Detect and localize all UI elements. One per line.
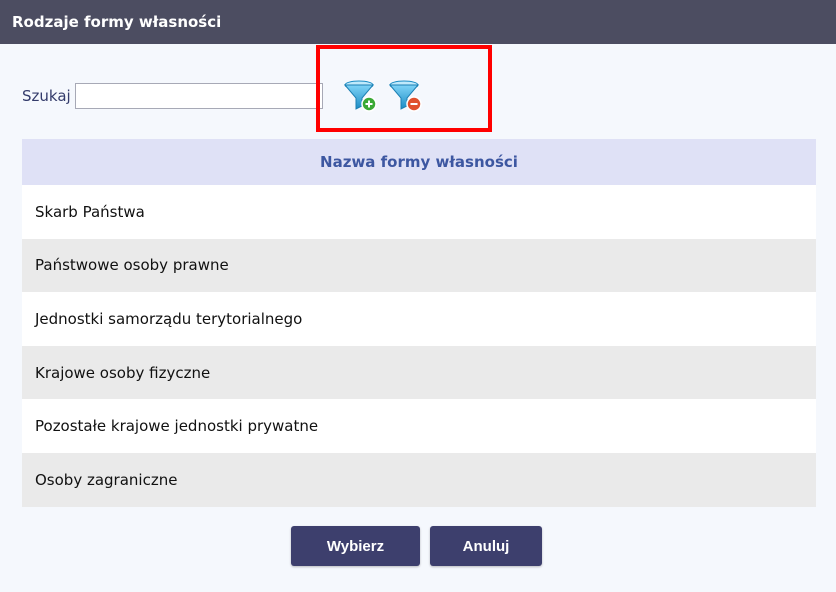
dialog-title: Rodzaje formy własności [0,0,836,44]
search-row: Szukaj [22,80,323,112]
select-button[interactable]: Wybierz [291,526,420,566]
search-label: Szukaj [22,87,71,105]
table-row[interactable]: Pozostałe krajowe jednostki prywatne [22,399,816,453]
table-row[interactable]: Osoby zagraniczne [22,452,816,507]
highlight-annotation [316,45,492,132]
table-row[interactable]: Jednostki samorządu terytorialnego [22,292,816,346]
table-row[interactable]: Krajowe osoby fizyczne [22,345,816,400]
dialog-window: Rodzaje formy własności Szukaj Nazwa for… [0,0,836,592]
ownership-table: Nazwa formy własności Skarb Państwa Pańs… [22,139,816,507]
table-row[interactable]: Państwowe osoby prawne [22,238,816,293]
table-row[interactable]: Skarb Państwa [22,185,816,239]
cancel-button[interactable]: Anuluj [430,526,542,566]
search-input[interactable] [74,83,323,109]
table-header[interactable]: Nazwa formy własności [22,139,816,185]
